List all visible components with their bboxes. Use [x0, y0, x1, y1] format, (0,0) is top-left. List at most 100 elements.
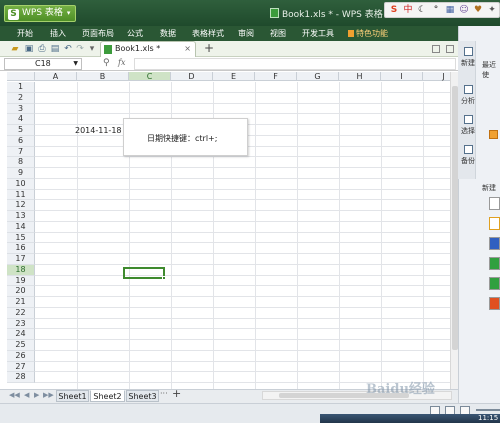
row-header-10[interactable]: 10: [7, 178, 35, 190]
next-sheet-icon[interactable]: ▶: [34, 391, 39, 399]
row-header-9[interactable]: 9: [7, 168, 35, 179]
menu-review[interactable]: 审阅: [238, 26, 254, 41]
blank-document-icon[interactable]: [489, 197, 500, 210]
folder-icon[interactable]: [489, 130, 498, 139]
formula-input[interactable]: [134, 58, 456, 70]
name-box[interactable]: C18 ▼: [4, 58, 82, 70]
column-header-b[interactable]: B: [77, 72, 129, 81]
redo-icon[interactable]: ↷: [75, 44, 85, 54]
open-folder-icon[interactable]: ▰: [10, 44, 20, 54]
new-tab-button[interactable]: +: [204, 41, 214, 56]
menu-home[interactable]: 开始: [17, 26, 33, 41]
menu-special-features[interactable]: 特色功能: [348, 26, 388, 41]
ime-mode-icon[interactable]: 中: [402, 4, 414, 16]
spreadsheet-document-icon[interactable]: [489, 257, 500, 270]
sheet-tab-2[interactable]: Sheet2: [90, 390, 125, 402]
prev-sheet-icon[interactable]: ◀: [24, 391, 29, 399]
add-sheet-button[interactable]: +: [172, 387, 181, 400]
menu-table-style[interactable]: 表格样式: [192, 26, 224, 41]
row-header-4[interactable]: 4: [7, 114, 35, 125]
spreadsheet-template-icon[interactable]: [489, 277, 500, 290]
spreadsheet-grid[interactable]: ABCDEFGHIJ 1 2 3 4 5 6 7 8 9 10 11 12 13 14 15 16 17 18 19…: [7, 72, 450, 389]
row-header-6[interactable]: 6: [7, 135, 35, 147]
toolbar-dropdown-icon[interactable]: ▾: [87, 44, 97, 54]
row-header-28[interactable]: 28: [7, 372, 35, 383]
pane-analyze-button[interactable]: 分析: [459, 85, 477, 106]
row-header-3[interactable]: 3: [7, 103, 35, 115]
row-header-8[interactable]: 8: [7, 157, 35, 168]
column-header-c[interactable]: C: [129, 72, 171, 81]
fill-handle[interactable]: [162, 276, 166, 280]
cell-b5[interactable]: 2014-11-18: [75, 126, 122, 135]
column-header-j[interactable]: J: [423, 72, 450, 81]
print-preview-icon[interactable]: ▤: [50, 44, 60, 54]
row-header-18[interactable]: 18: [7, 264, 35, 276]
punctuation-icon[interactable]: °: [430, 4, 442, 16]
pane-new-button[interactable]: 新建: [459, 47, 477, 68]
row-header-15[interactable]: 15: [7, 232, 35, 244]
row-header-1[interactable]: 1: [7, 82, 35, 93]
row-header-5[interactable]: 5: [7, 125, 35, 136]
row-header-20[interactable]: 20: [7, 286, 35, 297]
column-header-g[interactable]: G: [297, 72, 339, 81]
column-header-i[interactable]: I: [381, 72, 423, 81]
moon-icon[interactable]: ☾: [416, 4, 428, 16]
menu-insert[interactable]: 插入: [50, 26, 66, 41]
template-document-icon[interactable]: [489, 217, 500, 230]
restore-window-icon[interactable]: [432, 45, 440, 53]
row-header-24[interactable]: 24: [7, 329, 35, 340]
print-icon[interactable]: ⎙: [37, 44, 47, 54]
column-header-h[interactable]: H: [339, 72, 381, 81]
keyboard-icon[interactable]: ▦: [444, 4, 456, 16]
pane-select-button[interactable]: 选择: [459, 115, 477, 136]
menu-formulas[interactable]: 公式: [127, 26, 143, 41]
row-header-12[interactable]: 12: [7, 200, 35, 211]
select-all-corner[interactable]: [7, 72, 35, 81]
first-sheet-icon[interactable]: ◀◀: [9, 391, 20, 399]
sogou-ime-icon[interactable]: S: [388, 4, 400, 16]
fx-icon[interactable]: fx: [118, 58, 125, 67]
menu-developer[interactable]: 开发工具: [302, 26, 334, 41]
row-header-7[interactable]: 7: [7, 146, 35, 158]
row-header-23[interactable]: 23: [7, 318, 35, 330]
row-header-21[interactable]: 21: [7, 297, 35, 308]
pane-backup-button[interactable]: 备份: [459, 145, 477, 166]
column-header-a[interactable]: A: [35, 72, 77, 81]
row-header-25[interactable]: 25: [7, 340, 35, 351]
tab-book1[interactable]: Book1.xls * ×: [100, 41, 196, 57]
row-header-22[interactable]: 22: [7, 307, 35, 319]
column-header-f[interactable]: F: [255, 72, 297, 81]
row-header-19[interactable]: 19: [7, 275, 35, 287]
column-header-e[interactable]: E: [213, 72, 255, 81]
row-header-27[interactable]: 27: [7, 361, 35, 373]
more-sheets-icon[interactable]: ···: [160, 389, 168, 398]
menu-data[interactable]: 数据: [160, 26, 176, 41]
chevron-down-icon[interactable]: ▼: [73, 59, 78, 69]
app-menu-button[interactable]: S WPS 表格 ▾: [4, 5, 76, 22]
user-icon[interactable]: ☺: [458, 4, 470, 16]
column-header-d[interactable]: D: [171, 72, 213, 81]
undo-icon[interactable]: ↶: [63, 44, 73, 54]
sheet-tab-1[interactable]: Sheet1: [56, 390, 89, 402]
sheet-tab-3[interactable]: Sheet3: [126, 390, 159, 402]
text-box-content[interactable]: 日期快捷键：ctrl+;: [147, 133, 217, 144]
vertical-scrollbar[interactable]: [450, 72, 458, 389]
zoom-icon[interactable]: ⚲: [103, 58, 110, 68]
close-icon[interactable]: ×: [184, 42, 191, 56]
row-header-14[interactable]: 14: [7, 221, 35, 233]
row-header-26[interactable]: 26: [7, 350, 35, 362]
menu-page-layout[interactable]: 页面布局: [82, 26, 114, 41]
save-icon[interactable]: ▣: [24, 44, 34, 54]
word-document-icon[interactable]: [489, 237, 500, 250]
row-header-17[interactable]: 17: [7, 254, 35, 265]
presentation-document-icon[interactable]: [489, 297, 500, 310]
skin-icon[interactable]: ♥: [472, 4, 484, 16]
row-header-11[interactable]: 11: [7, 189, 35, 201]
close-window-icon[interactable]: [446, 45, 454, 53]
settings-icon[interactable]: ✦: [486, 4, 498, 16]
menu-view[interactable]: 视图: [270, 26, 286, 41]
ime-toolbar[interactable]: S 中 ☾ ° ▦ ☺ ♥ ✦: [384, 2, 500, 18]
last-sheet-icon[interactable]: ▶▶: [43, 391, 54, 399]
row-header-16[interactable]: 16: [7, 243, 35, 254]
text-box[interactable]: 日期快捷键：ctrl+;: [123, 118, 248, 156]
